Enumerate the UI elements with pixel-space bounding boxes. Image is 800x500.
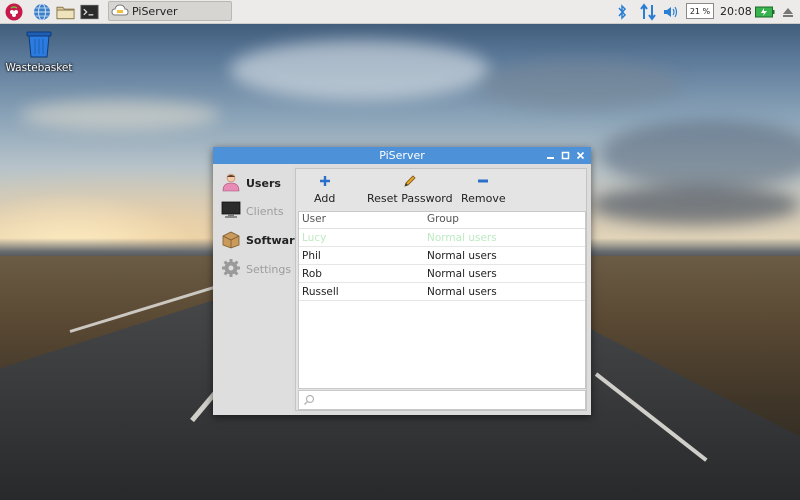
- cloud: [480, 60, 680, 110]
- reset-password-button[interactable]: Reset Password: [367, 173, 453, 207]
- piserver-window: PiServer Users Clients Software Settings…: [213, 147, 591, 415]
- bluetooth-icon[interactable]: [614, 0, 630, 23]
- reset-password-label: Reset Password: [367, 192, 453, 205]
- raspberry-menu-icon[interactable]: [4, 2, 23, 21]
- cell-group: Normal users: [427, 232, 497, 244]
- search-field[interactable]: [298, 390, 586, 410]
- piserver-cloud-icon: [111, 2, 129, 21]
- web-browser-icon[interactable]: [32, 2, 51, 21]
- toolbar: Add Reset Password Remove: [296, 169, 586, 210]
- maximize-icon: [561, 151, 570, 160]
- sidebar-item-software[interactable]: Software: [221, 227, 302, 253]
- close-button[interactable]: [574, 149, 587, 162]
- search-icon: [303, 394, 315, 409]
- minimize-icon: [547, 157, 554, 159]
- table-header: User Group: [299, 212, 585, 229]
- table-row[interactable]: Phil Normal users: [299, 247, 585, 265]
- sidebar-item-label: Users: [246, 176, 281, 190]
- plus-icon: [319, 173, 331, 189]
- user-icon: [221, 172, 241, 195]
- search-input[interactable]: [319, 392, 585, 410]
- sidebar-item-users[interactable]: Users: [221, 170, 281, 196]
- add-user-button[interactable]: Add: [314, 173, 335, 207]
- pencil-icon: [403, 173, 417, 189]
- taskbar-piserver-label: PiServer: [132, 4, 178, 18]
- window-titlebar[interactable]: PiServer: [213, 147, 591, 164]
- cloud: [20, 100, 220, 130]
- remove-user-button[interactable]: Remove: [461, 173, 506, 207]
- minus-icon: [477, 173, 489, 189]
- users-panel: Add Reset Password Remove User Group Luc…: [295, 168, 587, 411]
- sidebar-item-label: Clients: [246, 204, 284, 218]
- table-row[interactable]: Rob Normal users: [299, 265, 585, 283]
- gear-icon: [221, 258, 241, 281]
- wastebasket-icon: [24, 30, 54, 61]
- clock[interactable]: 20:08: [720, 0, 752, 23]
- wastebasket-label: Wastebasket: [5, 62, 73, 74]
- terminal-icon[interactable]: [80, 2, 99, 21]
- monitor-icon: [221, 200, 241, 223]
- close-icon: [576, 151, 585, 160]
- user-table[interactable]: User Group Lucy Normal users Phil Normal…: [298, 211, 586, 389]
- cell-user: Russell: [302, 286, 339, 298]
- add-label: Add: [314, 192, 336, 205]
- minimize-button[interactable]: [544, 149, 557, 162]
- column-header-group[interactable]: Group: [427, 213, 459, 225]
- file-manager-icon[interactable]: [56, 2, 75, 21]
- sidebar-item-settings[interactable]: Settings: [221, 256, 291, 282]
- sidebar: Users Clients Software Settings: [213, 164, 302, 415]
- taskbar-piserver-button[interactable]: PiServer: [108, 1, 232, 21]
- cell-user: Rob: [302, 268, 322, 280]
- column-header-user[interactable]: User: [302, 213, 326, 225]
- cpu-usage-monitor[interactable]: 21 %: [686, 3, 714, 19]
- cloud: [590, 185, 800, 225]
- package-icon: [221, 229, 241, 252]
- maximize-button[interactable]: [559, 149, 572, 162]
- cell-group: Normal users: [427, 268, 497, 280]
- eject-icon[interactable]: [780, 0, 796, 23]
- cell-user: Phil: [302, 250, 321, 262]
- sidebar-item-label: Software: [246, 233, 302, 247]
- battery-charging-icon[interactable]: [754, 0, 776, 23]
- wastebasket-desktop-icon[interactable]: Wastebasket: [4, 30, 74, 74]
- sidebar-item-clients[interactable]: Clients: [221, 198, 284, 224]
- cell-group: Normal users: [427, 250, 497, 262]
- taskbar: PiServer 21 % 20:08: [0, 0, 800, 24]
- window-title: PiServer: [379, 149, 425, 162]
- table-row[interactable]: Russell Normal users: [299, 283, 585, 301]
- table-row[interactable]: Lucy Normal users: [299, 229, 585, 247]
- cell-user: Lucy: [302, 232, 327, 244]
- cell-group: Normal users: [427, 286, 497, 298]
- cloud: [230, 40, 490, 100]
- remove-label: Remove: [461, 192, 506, 205]
- sidebar-item-label: Settings: [246, 262, 292, 276]
- volume-icon[interactable]: [662, 0, 680, 23]
- network-arrows-icon[interactable]: [638, 0, 658, 23]
